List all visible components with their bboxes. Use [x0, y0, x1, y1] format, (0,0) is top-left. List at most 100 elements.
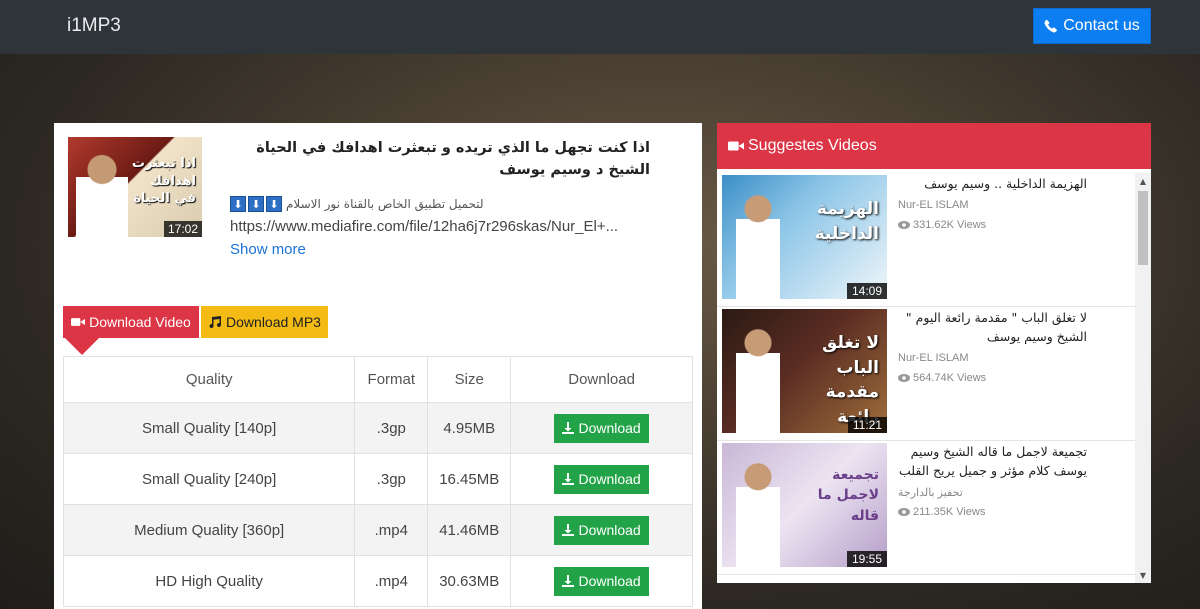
thumbnail-figure: [734, 457, 782, 567]
download-icon: [562, 524, 575, 536]
video-camera-icon: [71, 318, 86, 326]
cell-size: 30.63MB: [427, 555, 512, 607]
cell-quality: HD High Quality: [62, 555, 356, 607]
thumbnail-figure: [734, 323, 782, 433]
cell-download: Download: [510, 453, 693, 505]
contact-us-button[interactable]: Contact us: [1033, 8, 1151, 44]
cell-quality: Small Quality [140p]: [62, 402, 356, 454]
thumbnail-figure: [74, 147, 130, 237]
table-row: Medium Quality [360p] .mp4 41.46MB Downl…: [62, 504, 693, 556]
cell-download: Download: [510, 504, 693, 556]
video-thumbnail[interactable]: اذا تبعثرت اهدافك في الحياة 17:02: [68, 137, 202, 237]
cell-format: .mp4: [354, 504, 429, 556]
scroll-up-icon[interactable]: ▲: [1135, 173, 1151, 189]
header-download: Download: [510, 356, 693, 403]
tab-download-mp3[interactable]: Download MP3: [201, 306, 328, 338]
cell-quality: Small Quality [240p]: [62, 453, 356, 505]
header-format: Format: [354, 356, 429, 403]
description-text: لتحميل تطبيق الخاص بالقناة نور الاسلام: [286, 197, 484, 211]
cell-quality: Medium Quality [360p]: [62, 504, 356, 556]
list-item[interactable]: تجميعة لاجمل ما قاله 19:55 تجميعة لاجمل …: [717, 441, 1135, 575]
download-button[interactable]: Download: [554, 413, 650, 443]
header-size: Size: [427, 356, 512, 403]
site-logo[interactable]: i1MP3: [67, 15, 121, 37]
music-note-icon: [209, 316, 222, 328]
suggested-thumbnail[interactable]: لا تغلق الباب مقدمة رائعة 11:21: [722, 309, 887, 433]
suggested-channel: Nur-EL ISLAM: [898, 199, 969, 211]
active-tab-pointer: [65, 338, 99, 355]
thumbnail-figure: [734, 189, 782, 299]
cell-format: .3gp: [354, 453, 429, 505]
table-row: Small Quality [140p] .3gp 4.95MB Downloa…: [62, 402, 693, 454]
cell-format: .3gp: [354, 402, 429, 454]
thumbnail-caption: لا تغلق الباب مقدمة رائعة: [822, 333, 879, 427]
suggested-videos-panel: Suggestes Videos الهزيمة الداخلية 14:09 …: [717, 123, 1151, 583]
tab-download-video[interactable]: Download Video: [63, 306, 199, 338]
download-button[interactable]: Download: [554, 464, 650, 494]
table-row: HD High Quality .mp4 30.63MB Download: [62, 555, 693, 607]
suggested-title[interactable]: تجميعة لاجمل ما قاله الشيخ وسيم يوسف كلا…: [897, 443, 1087, 481]
views-count: 211.35K Views: [913, 506, 986, 518]
video-duration: 11:21: [847, 417, 887, 433]
scroll-down-icon[interactable]: ▼: [1135, 567, 1151, 583]
cell-size: 41.46MB: [427, 504, 512, 556]
list-item[interactable]: الهزيمة الداخلية 14:09 الهزيمة الداخلية …: [717, 173, 1135, 307]
video-duration: 19:55: [846, 551, 887, 567]
eye-icon: [898, 374, 910, 382]
suggested-thumbnail[interactable]: الهزيمة الداخلية 14:09: [722, 175, 887, 299]
video-camera-icon: [728, 141, 744, 151]
list-item[interactable]: لا تغلق الباب مقدمة رائعة 11:21 لا تغلق …: [717, 307, 1135, 441]
video-title: اذا كنت تجهل ما الذي تريده و تبعثرت اهدا…: [256, 140, 650, 178]
down-arrow-icon: ⬇: [266, 196, 282, 212]
suggested-views: 331.62K Views: [898, 219, 986, 231]
video-duration: 14:09: [846, 283, 887, 299]
download-icon: [562, 473, 575, 485]
download-button-label: Download: [578, 420, 641, 436]
suggested-scrollbar[interactable]: ▲ ▼: [1135, 173, 1151, 583]
download-icon: [562, 422, 575, 434]
down-arrow-icon: ⬇: [248, 196, 264, 212]
download-button[interactable]: Download: [554, 515, 650, 545]
download-icon: [562, 575, 575, 587]
eye-icon: [898, 221, 910, 229]
top-navbar: i1MP3 Contact us: [0, 0, 1200, 54]
suggested-channel: تحفيز بالدارجة: [898, 487, 963, 499]
video-download-panel: اذا تبعثرت اهدافك في الحياة 17:02 اذا كن…: [54, 123, 702, 609]
contact-us-label: Contact us: [1063, 17, 1140, 34]
show-more-link[interactable]: Show more: [230, 241, 306, 258]
download-button-label: Download: [578, 573, 641, 589]
suggested-title[interactable]: الهزيمة الداخلية .. وسيم يوسف: [897, 175, 1087, 194]
download-button-label: Download: [578, 522, 641, 538]
suggested-videos-list: الهزيمة الداخلية 14:09 الهزيمة الداخلية …: [717, 173, 1135, 583]
table-row: Small Quality [240p] .3gp 16.45MB Downlo…: [62, 453, 693, 505]
suggested-title[interactable]: لا تغلق الباب " مقدمة رائعة اليوم " الشي…: [897, 309, 1087, 347]
eye-icon: [898, 508, 910, 516]
video-duration: 17:02: [163, 221, 202, 237]
suggested-views: 564.74K Views: [898, 372, 986, 384]
cell-size: 4.95MB: [427, 402, 512, 454]
views-count: 331.62K Views: [913, 219, 987, 231]
download-button-label: Download: [578, 471, 641, 487]
suggested-videos-title: Suggestes Videos: [748, 137, 877, 154]
scrollbar-thumb[interactable]: [1138, 191, 1148, 265]
header-quality: Quality: [62, 356, 356, 403]
table-header-row: Quality Format Size Download: [62, 356, 693, 403]
download-button[interactable]: Download: [554, 566, 650, 596]
cell-download: Download: [510, 555, 693, 607]
phone-icon: [1044, 19, 1058, 33]
suggested-channel: Nur-EL ISLAM: [898, 352, 969, 364]
suggested-thumbnail[interactable]: تجميعة لاجمل ما قاله 19:55: [722, 443, 887, 567]
views-count: 564.74K Views: [913, 372, 987, 384]
description-line: ⬇ ⬇ ⬇ لتحميل تطبيق الخاص بالقناة نور الا…: [230, 194, 486, 214]
download-table: Quality Format Size Download Small Quali…: [62, 356, 693, 607]
cell-download: Download: [510, 402, 693, 454]
cell-size: 16.45MB: [427, 453, 512, 505]
cell-format: .mp4: [354, 555, 429, 607]
thumbnail-caption: الهزيمة الداخلية: [814, 199, 879, 244]
description-url[interactable]: https://www.mediafire.com/file/12ha6j7r2…: [230, 218, 650, 235]
thumbnail-caption: اذا تبعثرت اهدافك في الحياة: [131, 156, 196, 207]
tab-download-video-label: Download Video: [89, 314, 191, 330]
suggested-views: 211.35K Views: [898, 506, 985, 518]
suggested-videos-header: Suggestes Videos: [717, 123, 1151, 169]
thumbnail-caption: تجميعة لاجمل ما قاله: [817, 467, 879, 524]
